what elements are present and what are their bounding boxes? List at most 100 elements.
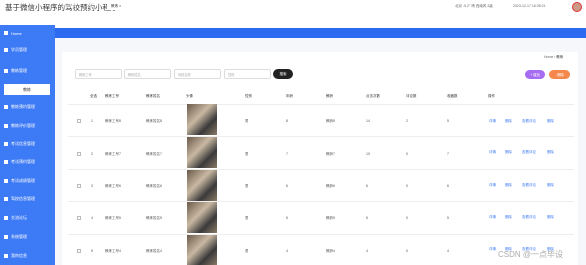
favorites: 5 [447,119,449,123]
coach-photo[interactable] [187,170,217,201]
delete-link[interactable]: 删除 [547,183,554,188]
age: 6 [286,184,288,188]
sidebar-item-coach-review[interactable]: 教练评价管理 [0,120,55,132]
header-divider [68,104,574,105]
row-index: 4 [91,216,93,220]
sidebar-item-exam-info[interactable]: 考试信息管理 [0,138,55,150]
add-button[interactable]: + 增加 [525,70,545,79]
sidebar-item-school-info[interactable]: 驾校信息管理 [0,193,55,205]
col-header-select[interactable]: 全选 [90,94,97,99]
avatar[interactable] [572,2,582,12]
detail-link[interactable]: 详情 [489,247,496,252]
gender: 男 [245,119,249,123]
grid-icon [4,105,8,109]
sidebar-item-label: 考试信息管理 [11,141,35,146]
coach-id: 教练工号5 [105,216,121,220]
delete-link[interactable]: 删除 [505,183,512,188]
sidebar-item-exam-scores[interactable]: 考试成绩管理 [0,175,55,187]
tab-students[interactable]: 学员 × [83,2,101,10]
sidebar-item-profile[interactable]: 我的信息 [0,250,55,262]
sidebar-item-system[interactable]: 系统管理 [0,231,55,243]
row-checkbox[interactable] [77,184,81,188]
favorites: 6 [447,184,449,188]
coach-photo[interactable] [187,202,217,233]
comments: 0 [406,216,408,220]
row-index: 3 [91,184,93,188]
school-name-search-input[interactable]: 驾校名称 [174,69,221,79]
delete-link[interactable]: 删除 [505,119,512,124]
coach-id: 教练工号4 [105,249,121,253]
coach-photo[interactable] [187,137,217,168]
detail-link[interactable]: 详情 [489,183,496,188]
age: 7 [286,152,288,156]
sidebar-item-label: 交流论坛 [11,215,27,220]
row-checkbox[interactable] [77,216,81,220]
sidebar-item-home[interactable]: Home [0,27,55,39]
delete-link[interactable]: 删除 [505,215,512,220]
coach-name-search-input[interactable]: 教练姓名 [124,69,171,79]
breadcrumb-home[interactable]: Home [544,55,553,59]
grid-icon [4,197,8,201]
row-index: 1 [91,119,93,123]
favorites: 4 [447,249,449,253]
sidebar-item-label: 系统管理 [11,234,27,239]
col-header-comments[interactable]: 评论数 [406,94,417,99]
col-header-coach-name[interactable]: 教练姓名 [146,94,160,99]
sidebar-item-label: 我的信息 [11,253,27,258]
sidebar-item-label: 考试成绩管理 [11,178,35,183]
sidebar-item-coach-booking[interactable]: 教练预约管理 [0,101,55,113]
favorites: 7 [447,152,449,156]
sidebar-item-label: 教练预约管理 [11,104,35,109]
view-comments-link[interactable]: 查看评论 [522,215,536,220]
search-button[interactable]: 搜索 [273,69,293,79]
tabs-bar [55,28,586,38]
delete-link[interactable]: 删除 [547,150,554,155]
sidebar-item-forum[interactable]: 交流论坛 [0,212,55,224]
sidebar-item-label: 学员管理 [11,47,27,52]
coach-id: 教练工号8 [105,119,121,123]
clicks: 4 [366,249,368,253]
col-header-years[interactable]: 教龄 [326,94,333,99]
coach-id: 教练工号7 [105,152,121,156]
coach-name: 教练姓名5 [146,216,162,220]
coach-id: 教练工号6 [105,184,121,188]
row-index: 5 [91,249,93,253]
coach-photo[interactable] [187,235,217,265]
delete-link[interactable]: 删除 [547,215,554,220]
delete-button[interactable]: - 删除 [549,70,570,79]
row-divider [68,234,574,235]
grid-icon [4,179,8,183]
row-checkbox[interactable] [77,249,81,253]
delete-link[interactable]: 删除 [547,119,554,124]
delete-link[interactable]: 删除 [505,150,512,155]
view-comments-link[interactable]: 查看评论 [522,119,536,124]
detail-link[interactable]: 详情 [489,215,496,220]
col-header-favorites[interactable]: 收藏数 [447,94,458,99]
row-checkbox[interactable] [77,119,81,123]
detail-link[interactable]: 详情 [489,150,496,155]
grid-icon [4,142,8,146]
col-header-gender[interactable]: 性别 [245,94,252,99]
gender: 男 [245,216,249,220]
view-comments-link[interactable]: 查看评论 [522,183,536,188]
age: 4 [286,249,288,253]
tab-coaches[interactable]: 教练 × [107,2,126,10]
coach-name: 教练姓名7 [146,152,162,156]
sidebar-item-coaches[interactable]: 教练管理 [0,65,55,77]
col-header-coach-id[interactable]: 教练工号 [105,94,119,99]
view-comments-link[interactable]: 查看评论 [522,150,536,155]
sidebar-subitem-coach[interactable]: 教练 [4,84,50,95]
col-header-age[interactable]: 年龄 [286,94,293,99]
coach-photo[interactable] [187,104,217,135]
sidebar-item-exam-booking[interactable]: 考试预约管理 [0,156,55,168]
detail-link[interactable]: 详情 [489,119,496,124]
home-icon [4,31,8,35]
sidebar-item-students[interactable]: 学员管理 [0,44,55,56]
gender-search-input[interactable]: 性别 [224,69,271,79]
row-checkbox[interactable] [77,152,81,156]
col-header-clicks[interactable]: 点击次数 [366,94,380,99]
datetime: 2023-12-17 16:35:21 [513,4,546,8]
tab-home[interactable]: 系统首页 [58,2,80,10]
age: 5 [286,216,288,220]
coach-id-search-input[interactable]: 教练工号 [75,69,122,79]
